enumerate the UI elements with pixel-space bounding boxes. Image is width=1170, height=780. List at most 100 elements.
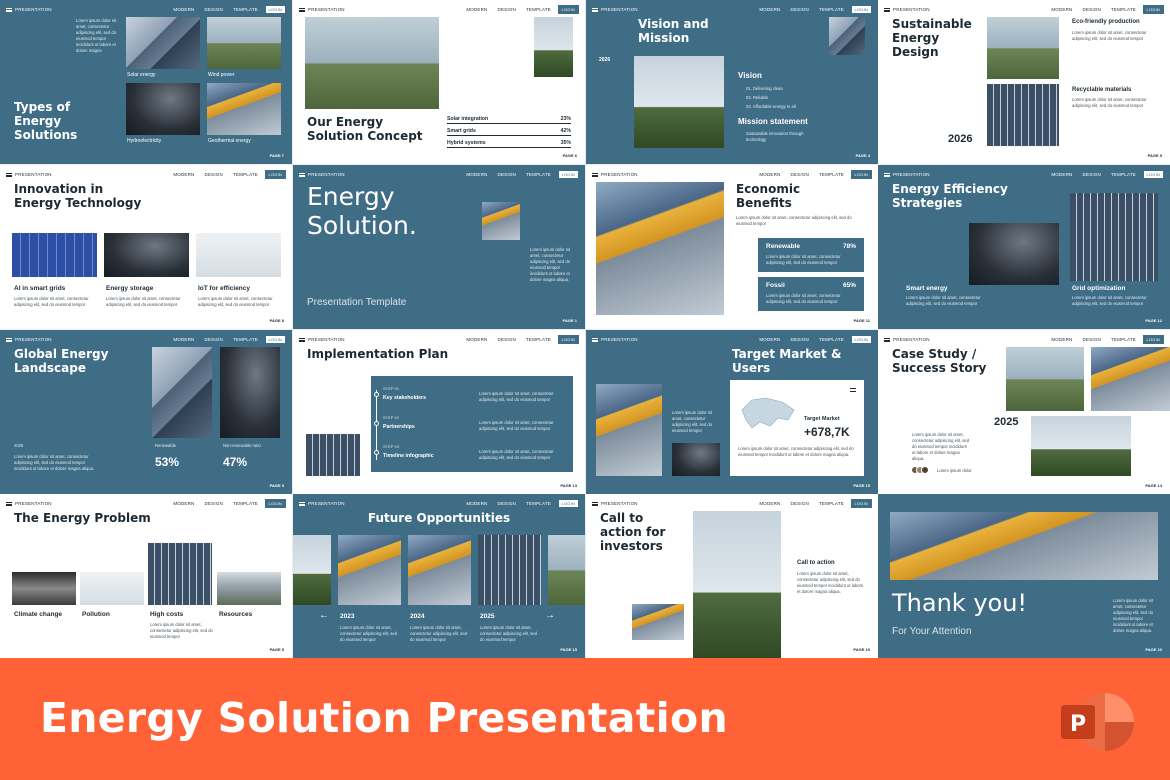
turbine-image [196,233,281,277]
caption: Solar energy [127,72,156,78]
nav-link: TEMPLATE [1110,7,1136,12]
nav-link: TEMPLATE [525,7,551,12]
banner-title: Energy Solution Presentation [40,694,728,742]
login-button: LOGIN [1142,335,1164,344]
year-label: 2025 [994,416,1019,428]
stat-value: 42% [560,128,571,134]
timeline-dot [374,392,379,397]
menu-icon [6,7,12,12]
geothermal-image [207,83,281,135]
slide-title: Economic Benefits [736,182,801,210]
worker-image [596,384,662,476]
body-text: Lorem ipsum dolor sit amet, consectetur … [479,449,554,461]
nav-link: MODERN [759,501,781,506]
nav-link: TEMPLATE [232,7,258,12]
promo-banner: Energy Solution Presentation [0,658,1170,780]
page-number: PAGE 5 [269,647,284,652]
powerpoint-icon: P [1059,692,1135,752]
slide-target-market[interactable]: PRESENTATION MODERN DESIGN TEMPLATE LOGIN Ta… [586,330,878,494]
year-label: 2025 [480,613,495,620]
nav-link: MODERN [466,172,488,177]
login-button: LOGIN [850,170,872,179]
slide-title: Types of Energy Solutions [14,100,78,142]
slide-nav: PRESENTATION MODERN DESIGN TEMPLATE LOGIN [592,335,872,344]
slide-types-of-energy[interactable]: PRESENTATION MODERN DESIGN TEMPLATE LOGIN Lo… [0,0,292,164]
nav-brand: PRESENTATION [601,172,638,177]
year-label: 2025 [14,443,24,448]
avatar [921,466,929,474]
market-card: Target Market +678,7K Lorem ipsum dolor … [730,380,864,476]
nav-brand: PRESENTATION [15,337,52,342]
nav-link: DESIGN [1082,337,1101,342]
slide-innovation[interactable]: PRESENTATION MODERN DESIGN TEMPLATE LOGIN In… [0,165,292,329]
slide-nav: PRESENTATION MODERN DESIGN TEMPLATE LOGIN [884,170,1164,179]
stat-caption: Target Market [804,416,840,422]
nav-link: TEMPLATE [525,337,551,342]
caption: Wind power [208,72,235,78]
slide-case-study[interactable]: PRESENTATION MODERN DESIGN TEMPLATE LOGIN Ca… [878,330,1170,494]
slide-title: Sustainable Energy Design [892,17,972,59]
nav-link: DESIGN [790,172,809,177]
page-number: PAGE 8 [269,318,284,323]
menu-icon [299,172,305,177]
next-arrow-icon[interactable]: → [545,610,555,621]
pylon-image [548,535,585,605]
slide-title: Thank you! [892,589,1028,617]
subtitle: For Your Attention [892,626,972,637]
body-text: Lorem ipsum dolor sit amet, consectetur … [410,625,468,643]
nav-brand: PRESENTATION [15,7,52,12]
nav-link: MODERN [173,501,195,506]
slide-nav: PRESENTATION MODERN DESIGN TEMPLATE LOGIN [592,170,872,179]
body-text: Lorem ipsum dolor sit amet, consectetur … [912,432,970,462]
slide-title: Energy Efficiency Strategies [892,182,1008,210]
page-number: PAGE 3 [269,483,284,488]
page-number: PAGE 11 [853,318,870,323]
slide-vision-mission[interactable]: PRESENTATION MODERN DESIGN TEMPLATE LOGIN Vi… [586,0,878,164]
login-button: LOGIN [557,5,579,14]
mission-text: Sustainable innovation through technolog… [746,131,804,143]
storage-image [104,233,189,277]
pollution-image [80,572,144,605]
slide-solution-concept[interactable]: PRESENTATION MODERN DESIGN TEMPLATE LOGIN Ou… [293,0,585,164]
turbine-image [534,17,573,77]
nav-link: TEMPLATE [232,172,258,177]
slide-sustainable-design[interactable]: PRESENTATION MODERN DESIGN TEMPLATE LOGIN Su… [878,0,1170,164]
pylon-image [305,17,439,109]
menu-icon [884,7,890,12]
nav-brand: PRESENTATION [601,337,638,342]
slide-thank-you[interactable]: Thank you! For Your Attention Lorem ipsu… [878,494,1170,658]
slide-title: Global Energy Landscape [14,347,109,375]
slide-energy-problem[interactable]: PRESENTATION MODERN DESIGN TEMPLATE LOGIN Th… [0,494,292,658]
item-title: Smart energy [906,285,948,292]
page-number: PAGE 19 [853,647,870,652]
slide-global-landscape[interactable]: PRESENTATION MODERN DESIGN TEMPLATE LOGIN Gl… [0,330,292,494]
nav-link: MODERN [173,7,195,12]
nav-link: DESIGN [204,172,223,177]
body-text: Lorem ipsum dolor sit amet, consectetur … [1072,30,1147,42]
body-text: Lorem ipsum dolor sit amet, consectetur … [906,295,981,307]
wind-image [207,17,281,69]
slide-title: Implementation Plan [307,347,449,361]
stat-label: Hybrid systems [447,140,486,146]
nav-link: MODERN [759,7,781,12]
panel-image [1070,193,1158,281]
slide-implementation-plan[interactable]: PRESENTATION MODERN DESIGN TEMPLATE LOGIN Im… [293,330,585,494]
slide-economic-benefits[interactable]: PRESENTATION MODERN DESIGN TEMPLATE LOGIN Ec… [586,165,878,329]
body-text: Lorem ipsum dolor sit amet, consectetur … [530,247,571,283]
prev-arrow-icon[interactable]: ← [319,610,329,621]
vision-item: 02. Reliable [746,95,769,100]
benefit-label: Fossil [766,282,785,289]
menu-icon [592,172,598,177]
hydro-image [126,83,200,135]
slide-call-to-action[interactable]: PRESENTATION MODERN DESIGN TEMPLATE LOGIN Ca… [586,494,878,658]
slide-efficiency-strategies[interactable]: PRESENTATION MODERN DESIGN TEMPLATE LOGIN En… [878,165,1170,329]
nav-brand: PRESENTATION [601,501,638,506]
panel-image [306,434,360,476]
slide-cover[interactable]: PRESENTATION MODERN DESIGN TEMPLATE LOGIN En… [293,165,585,329]
nav-link: DESIGN [497,7,516,12]
menu-icon [6,337,12,342]
login-button: LOGIN [264,499,286,508]
slide-future-opportunities[interactable]: PRESENTATION MODERN DESIGN TEMPLATE LOGIN Fu… [293,494,585,658]
slide-title: Vision and Mission [638,17,709,45]
body-text: Lorem ipsum dolor sit amet, consectetur … [479,391,554,403]
